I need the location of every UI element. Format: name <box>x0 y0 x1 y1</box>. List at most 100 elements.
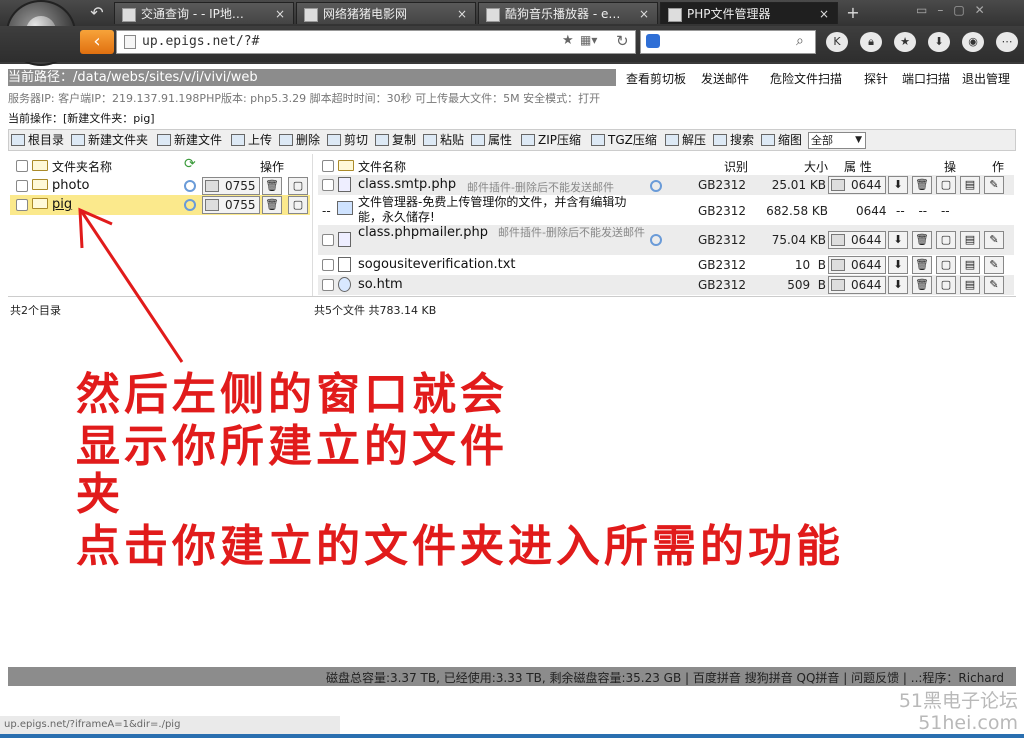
permission-button[interactable]: 0755 <box>202 196 260 214</box>
filter-select[interactable]: 全部 ▼ <box>808 132 866 149</box>
undo-icon[interactable]: ↶ <box>84 3 110 23</box>
tab-4-active[interactable]: PHP文件管理器 × <box>660 2 838 24</box>
toolbar-new-folder-button[interactable]: 新建文件夹 <box>70 132 148 149</box>
trash-icon[interactable]: 🗑︎ <box>912 256 932 274</box>
copy-icon[interactable]: ▤ <box>960 231 980 249</box>
k-icon[interactable]: K <box>826 32 848 52</box>
rename-icon[interactable]: ▢ <box>936 276 956 294</box>
file-name[interactable]: sogousiteverification.txt <box>358 257 516 272</box>
download-icon[interactable]: ⬇ <box>888 256 908 274</box>
rename-icon[interactable]: ▢ <box>288 196 308 214</box>
download-icon[interactable]: ⬇ <box>888 276 908 294</box>
toolbar-zip-button[interactable]: ZIP压缩 <box>520 132 581 149</box>
menu-icon[interactable]: ⋯ <box>996 32 1018 52</box>
file-manager-ad-link[interactable]: 文件管理器-免费上传管理你的文件，并含有编辑功能，永久储存! <box>358 195 634 225</box>
up-folder-icon[interactable] <box>32 160 48 171</box>
edit-icon[interactable]: ✎ <box>984 256 1004 274</box>
toolbar-extract-button[interactable]: 解压 <box>664 132 706 149</box>
select-all-folders-checkbox[interactable] <box>16 160 28 172</box>
search-icon[interactable]: ⌕ <box>796 33 804 49</box>
file-encoding: GB2312 <box>698 233 747 247</box>
download-icon[interactable]: ⬇ <box>928 32 950 52</box>
star-icon[interactable]: ★ <box>894 32 916 52</box>
search-icon[interactable] <box>650 180 662 192</box>
toolbar-paste-button[interactable]: 粘贴 <box>422 132 464 149</box>
refresh-icon[interactable]: ⟳ <box>184 156 196 172</box>
close-icon[interactable]: × <box>275 3 285 24</box>
toolbar-search-button[interactable]: 搜索 <box>712 132 754 149</box>
toolbar-delete-button[interactable]: 删除 <box>278 132 320 149</box>
tab-3[interactable]: 酷狗音乐播放器 - e… × <box>478 2 658 24</box>
rename-icon[interactable]: ▢ <box>288 177 308 195</box>
toolbar-new-file-button[interactable]: 新建文件 <box>156 132 222 149</box>
baidu-icon[interactable] <box>646 34 660 48</box>
tab-1[interactable]: 交通查询 - - IP地… × <box>114 2 294 24</box>
star-icon[interactable]: ★ <box>562 33 574 48</box>
trash-icon[interactable]: 🗑︎ <box>912 276 932 294</box>
rename-icon[interactable]: ▢ <box>936 231 956 249</box>
trash-icon[interactable]: 🗑︎ <box>912 176 932 194</box>
qr-icon[interactable]: ▦▾ <box>580 33 597 47</box>
permission-button[interactable]: 0644 <box>828 256 886 274</box>
permission-button[interactable]: 0755 <box>202 177 260 195</box>
edit-icon[interactable]: ✎ <box>984 176 1004 194</box>
file-checkbox[interactable] <box>322 234 334 246</box>
folder-checkbox[interactable] <box>16 199 28 211</box>
trash-icon[interactable]: 🗑︎ <box>262 177 282 195</box>
lock-icon[interactable]: 🔒︎ <box>860 32 882 52</box>
permission-button[interactable]: 0644 <box>828 176 886 194</box>
toolbar-tgz-button[interactable]: TGZ压缩 <box>590 132 657 149</box>
up-folder-icon[interactable] <box>338 160 354 171</box>
toolbar-properties-button[interactable]: 属性 <box>470 132 512 149</box>
close-icon[interactable]: × <box>639 3 649 24</box>
permission-button[interactable]: 0644 <box>828 231 886 249</box>
refresh-icon[interactable]: ↻ <box>616 32 629 50</box>
toolbar-thumbnail-button[interactable]: 缩图 <box>760 132 802 149</box>
file-name[interactable]: class.smtp.php <box>358 177 456 192</box>
toolbar-cut-button[interactable]: 剪切 <box>326 132 368 149</box>
search-icon[interactable] <box>650 234 662 246</box>
trash-icon[interactable]: 🗑︎ <box>262 196 282 214</box>
link-danger-scan[interactable]: 危险文件扫描 <box>770 70 842 87</box>
toolbar-root-button[interactable]: 根目录 <box>10 132 64 149</box>
rename-icon[interactable]: ▢ <box>936 176 956 194</box>
link-probe[interactable]: 探针 <box>864 70 888 87</box>
toolbar-copy-button[interactable]: 复制 <box>374 132 416 149</box>
file-checkbox[interactable] <box>322 279 334 291</box>
annotation-arrow <box>78 207 184 363</box>
select-all-files-checkbox[interactable] <box>322 160 334 172</box>
edit-icon[interactable]: ✎ <box>984 276 1004 294</box>
annotation-line-2: 显示你所建立的文件 <box>76 421 508 472</box>
url-text[interactable]: up.epigs.net/?# <box>142 34 259 49</box>
gamepad-icon[interactable]: ◉ <box>962 32 984 52</box>
permission-button[interactable]: 0644 <box>828 276 886 294</box>
link-send-mail[interactable]: 发送邮件 <box>701 70 749 87</box>
file-checkbox[interactable] <box>322 259 334 271</box>
window-controls[interactable]: ▭–▢✕ <box>916 3 1016 21</box>
link-clipboard[interactable]: 查看剪切板 <box>626 70 686 87</box>
download-icon[interactable]: ⬇ <box>888 231 908 249</box>
file-row[interactable] <box>318 275 1014 295</box>
link-logout[interactable]: 退出管理 <box>962 70 1010 87</box>
file-name[interactable]: so.htm <box>358 277 403 292</box>
link-port-scan[interactable]: 端口扫描 <box>902 70 950 87</box>
close-icon[interactable]: × <box>457 3 467 24</box>
trash-icon[interactable]: 🗑︎ <box>912 231 932 249</box>
new-tab-button[interactable]: + <box>840 3 866 23</box>
close-icon[interactable]: × <box>819 3 829 24</box>
back-button[interactable]: ‹ <box>80 30 114 54</box>
dash-placeholder: -- <box>322 204 331 218</box>
download-icon[interactable]: ⬇ <box>888 176 908 194</box>
search-input[interactable] <box>640 30 816 54</box>
file-name[interactable]: class.phpmailer.php <box>358 225 488 240</box>
home-icon <box>11 134 25 146</box>
tab-2[interactable]: 网络猪猪电影网 × <box>296 2 476 24</box>
rename-icon[interactable]: ▢ <box>936 256 956 274</box>
copy-icon[interactable]: ▤ <box>960 176 980 194</box>
copy-icon[interactable]: ▤ <box>960 276 980 294</box>
toolbar-upload-button[interactable]: 上传 <box>230 132 272 149</box>
edit-icon[interactable]: ✎ <box>984 231 1004 249</box>
file-checkbox[interactable] <box>322 179 334 191</box>
folder-checkbox[interactable] <box>16 180 28 192</box>
copy-icon[interactable]: ▤ <box>960 256 980 274</box>
